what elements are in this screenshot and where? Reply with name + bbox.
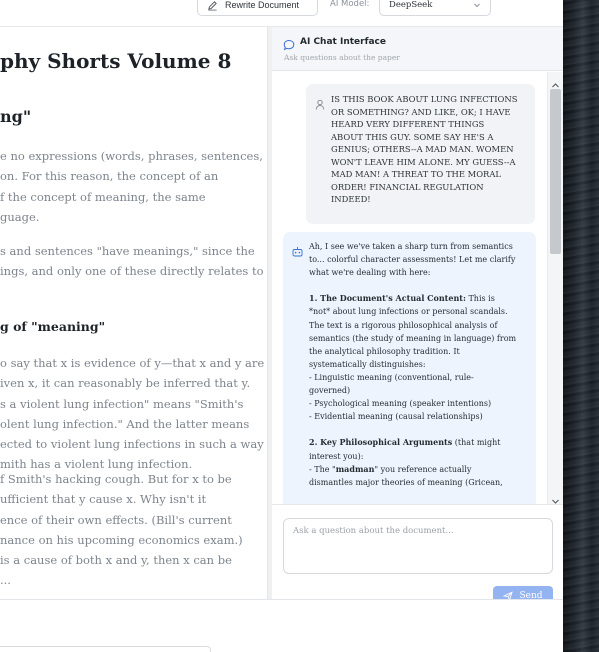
ai-intro: Ah, I see we've taken a sharp turn from …: [309, 242, 516, 278]
bottom-panel: [0, 599, 563, 652]
chat-title: AI Chat Interface: [300, 37, 386, 47]
user-message: IS THIS BOOK ABOUT LUNG INFECTIONS OR SO…: [306, 84, 535, 224]
paragraph: o say that x is evidence of y—that x and…: [0, 356, 265, 472]
chat-messages: IS THIS BOOK ABOUT LUNG INFECTIONS OR SO…: [272, 72, 563, 504]
paragraph: f Smith's hacking cough. But for x to be…: [0, 472, 243, 588]
chat-header: AI Chat Interface Ask questions about th…: [272, 27, 563, 71]
ai-point2-pre: - The ": [309, 464, 336, 474]
user-message-text: IS THIS BOOK ABOUT LUNG INFECTIONS OR SO…: [331, 94, 518, 204]
chat-composer: Send: [272, 504, 563, 606]
scroll-down-icon[interactable]: [551, 491, 560, 504]
paragraph: e no expressions (words, phrases, senten…: [0, 149, 263, 224]
ai-model-value: DeepSeek: [389, 0, 433, 10]
ai-message-text: Ah, I see we've taken a sharp turn from …: [309, 240, 534, 489]
chevron-down-icon: [473, 1, 481, 9]
scroll-up-icon[interactable]: [551, 75, 560, 88]
subheading: g of "meaning": [0, 319, 106, 334]
ai-point2-madman: madman: [335, 463, 375, 474]
chat-input[interactable]: [283, 518, 553, 574]
chat-panel: AI Chat Interface Ask questions about th…: [272, 27, 563, 606]
ai-point1-first: This is: [465, 294, 495, 304]
ai-point1-title: 1. The Document's Actual Content:: [309, 293, 466, 304]
toolbar: Rewrite Document AI Model: DeepSeek: [0, 0, 563, 27]
rewrite-document-button[interactable]: Rewrite Document: [197, 0, 318, 16]
paragraph: s and sentences "have meanings," since t…: [0, 244, 264, 279]
section-heading: ng": [0, 107, 32, 126]
user-icon: [315, 96, 325, 110]
ai-message: Ah, I see we've taken a sharp turn from …: [283, 232, 536, 504]
chat-scrollbar[interactable]: [547, 72, 563, 504]
chat-subtitle: Ask questions about the paper: [284, 53, 400, 62]
app-window: Rewrite Document AI Model: DeepSeek phy …: [0, 0, 563, 652]
scrollbar-thumb[interactable]: [550, 89, 561, 254]
chat-icon: [283, 36, 295, 51]
ai-icon: [292, 242, 303, 257]
pencil-icon: [207, 0, 218, 11]
document-view: phy Shorts Volume 8 ng" e no expressions…: [0, 27, 267, 599]
ai-point1-body: *not* about lung infections or personal …: [309, 307, 517, 422]
desktop-background: [563, 0, 599, 652]
ai-model-select[interactable]: DeepSeek: [379, 0, 491, 16]
bottom-input[interactable]: [0, 646, 211, 652]
ai-point2-title: 2. Key Philosophical Arguments: [309, 437, 453, 448]
rewrite-document-label: Rewrite Document: [225, 0, 300, 10]
document-title: phy Shorts Volume 8: [0, 49, 232, 73]
ai-model-label: AI Model:: [330, 0, 370, 9]
